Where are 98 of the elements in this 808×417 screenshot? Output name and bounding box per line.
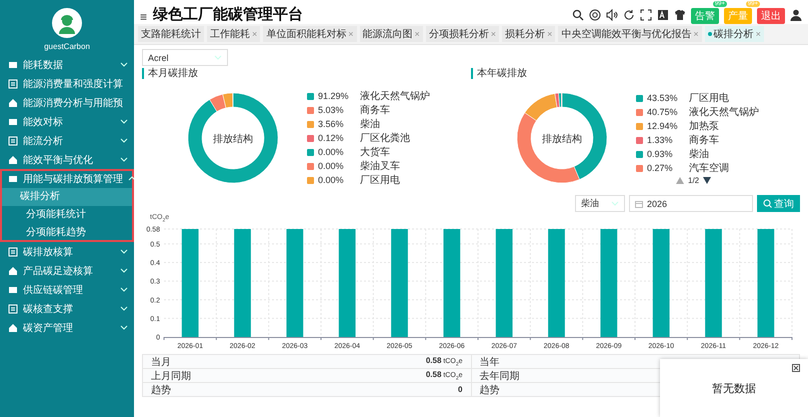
legend-label: 汽车空调	[689, 162, 729, 175]
tab[interactable]: 能源流向图 ×	[360, 26, 423, 42]
tab[interactable]: 分项损耗分析 ×	[426, 26, 500, 42]
refresh-icon[interactable]	[623, 9, 635, 21]
chevron-icon[interactable]	[120, 119, 128, 124]
stat-label: 当年	[480, 356, 500, 368]
legend-value: 0.00%	[318, 147, 345, 157]
menu-item-icon[interactable]	[8, 60, 18, 70]
chevron-icon[interactable]	[120, 306, 128, 311]
query-button[interactable]: 查询	[757, 195, 800, 212]
lifebuoy-icon[interactable]	[589, 9, 601, 21]
legend-value: 1.33%	[647, 135, 674, 145]
section-title: 本年碳排放	[471, 68, 800, 79]
menu-item-icon[interactable]	[8, 78, 18, 88]
stat-label: 当月	[151, 356, 171, 368]
site-dropdown[interactable]: Acrel	[142, 49, 228, 66]
legend-label: 大货车	[360, 146, 390, 159]
down-arrow-icon[interactable]	[703, 176, 712, 184]
speaker-icon[interactable]	[606, 9, 618, 21]
legend-label: 厂区用电	[689, 92, 729, 105]
section-title: 本月碳排放	[142, 68, 471, 79]
menu-item-icon[interactable]	[8, 322, 18, 332]
legend-label: 柴油叉车	[360, 160, 400, 173]
font-size-icon[interactable]	[657, 9, 669, 21]
app-title: 绿色工厂能碳管理平台	[153, 5, 304, 24]
sidebar-subitem[interactable]: 分项能耗统计	[0, 206, 134, 224]
legend-label: 柴油	[689, 148, 709, 161]
legend-value: 0.93%	[647, 149, 674, 159]
tab[interactable]: 损耗分析 ×	[502, 26, 556, 42]
legend-value: 12.94%	[647, 121, 679, 131]
user-name: guestCarbon	[44, 42, 90, 51]
chart-center-label: 排放结构	[212, 132, 254, 146]
legend-value: 43.53%	[647, 93, 679, 103]
legend-value: 5.03%	[318, 105, 345, 115]
empty-message: 暂无数据	[712, 382, 756, 396]
tab[interactable]: 支路能耗统计	[138, 26, 204, 42]
page-indicator: 1/2	[688, 176, 700, 184]
legend-label: 商务车	[689, 134, 719, 147]
sidebar-item[interactable]: 能源消费量和强度计算	[0, 74, 134, 93]
menu-item-icon[interactable]	[8, 246, 18, 256]
user-icon[interactable]	[790, 9, 802, 21]
sidebar-item[interactable]: 碳核查支撑	[0, 299, 134, 318]
sidebar-item[interactable]: 能效平衡与优化	[0, 150, 134, 169]
menu-item-icon[interactable]	[8, 304, 18, 314]
sidebar-item[interactable]: 能耗数据	[0, 55, 134, 74]
legend-label: 柴油	[360, 118, 380, 131]
legend-label: 厂区用电	[360, 174, 400, 187]
legend-value: 0.00%	[318, 175, 345, 185]
stat-label: 趋势	[480, 384, 500, 396]
sidebar-item[interactable]: 碳资产管理	[0, 318, 134, 337]
tab[interactable]: 中央空调能效平衡与优化报告 ×	[558, 26, 702, 42]
chevron-icon[interactable]	[120, 325, 128, 330]
close-icon[interactable]	[792, 364, 800, 372]
tab[interactable]: 工作能耗 ×	[207, 26, 260, 42]
chevron-icon[interactable]	[120, 62, 128, 67]
legend-value: 0.27%	[647, 163, 674, 173]
chevron-icon[interactable]	[120, 268, 128, 273]
legend-value: 3.56%	[318, 119, 345, 129]
shirt-icon[interactable]	[674, 9, 686, 21]
chart-center-label: 排放结构	[541, 132, 583, 146]
sidebar-subitem[interactable]: 碳排分析	[0, 188, 134, 206]
header-button[interactable]: 退出	[757, 8, 785, 24]
legend-value: 40.75%	[647, 107, 679, 117]
sidebar-item[interactable]: 用能与碳排放预算管理	[0, 169, 134, 188]
sidebar-subitem[interactable]: 分项能耗趋势	[0, 224, 134, 242]
search-icon[interactable]	[572, 9, 584, 21]
legend-label: 液化天然气锅炉	[689, 106, 759, 119]
sidebar-item[interactable]: 能效对标	[0, 112, 134, 131]
tab[interactable]: 碳排分析 ×	[704, 26, 764, 42]
chevron-icon[interactable]	[128, 176, 134, 181]
chevron-icon[interactable]	[120, 157, 128, 162]
fullscreen-icon[interactable]	[640, 9, 652, 21]
chevron-icon[interactable]	[120, 249, 128, 254]
menu-item-icon[interactable]	[8, 136, 18, 146]
chevron-icon[interactable]	[120, 287, 128, 292]
legend-value: 0.12%	[318, 133, 345, 143]
stat-label: 趋势	[151, 384, 171, 396]
chevron-icon[interactable]	[120, 138, 128, 143]
menu-button[interactable]: ≡	[140, 10, 148, 24]
stat-label: 上月同期	[151, 370, 191, 382]
sidebar-item[interactable]: 能源消费分析与用能预	[0, 93, 134, 112]
sidebar-item[interactable]: 碳排放核算	[0, 242, 134, 261]
sidebar-item[interactable]: 能流分析	[0, 131, 134, 150]
header-button[interactable]: 告警	[691, 8, 719, 24]
stat-label: 去年同期	[480, 370, 520, 382]
sidebar-item[interactable]: 供应链碳管理	[0, 280, 134, 299]
stat-value: 0	[458, 385, 462, 394]
legend-label: 加热泵	[689, 120, 719, 133]
sidebar-item[interactable]: 产品碳足迹核算	[0, 261, 134, 280]
legend-label: 厂区化粪池	[360, 132, 410, 145]
energy-dropdown[interactable]: 柴油	[575, 195, 625, 212]
legend-value: 91.29%	[318, 91, 350, 101]
legend-label: 商务车	[360, 104, 390, 117]
tab[interactable]: 单位面积能耗对标 ×	[263, 26, 357, 42]
year-field[interactable]: 2026	[629, 195, 753, 212]
legend-label: 液化天然气锅炉	[360, 90, 430, 103]
legend-value: 0.00%	[318, 161, 345, 171]
avatar-icon[interactable]	[52, 8, 82, 38]
